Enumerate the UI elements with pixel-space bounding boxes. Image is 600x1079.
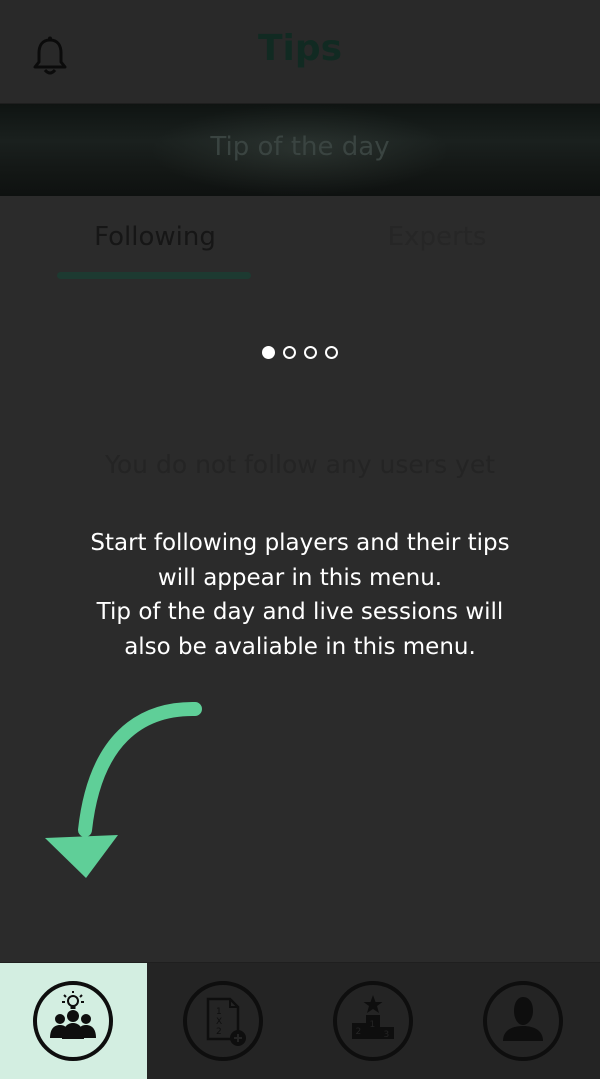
leaderboard-podium-icon: 1 2 3: [352, 995, 394, 1040]
svg-text:1: 1: [370, 1020, 376, 1030]
pager-dot-3[interactable]: [304, 346, 317, 359]
page-title: Tips: [257, 28, 343, 69]
svg-text:2: 2: [216, 1027, 222, 1037]
pager-dot-4[interactable]: [325, 346, 338, 359]
top-bar: Tips: [0, 0, 600, 104]
onboarding-hint-line: also be avaliable in this menu.: [124, 633, 476, 660]
svg-text:1: 1: [216, 1007, 222, 1017]
nav-leaderboard[interactable]: 1 2 3: [300, 963, 450, 1079]
pager-dot-1[interactable]: [262, 346, 275, 359]
svg-text:3: 3: [384, 1030, 390, 1040]
nav-tips[interactable]: [0, 963, 147, 1079]
empty-state-title: You do not follow any users yet: [104, 450, 496, 479]
profile-user-icon: [503, 997, 543, 1041]
onboarding-hint-line: Start following players and their tips: [90, 530, 510, 556]
tipsters-group-icon: [50, 991, 96, 1039]
svg-text:X: X: [216, 1017, 222, 1027]
onboarding-hint-line: will appear in this menu.: [157, 564, 443, 591]
tab-following[interactable]: Following: [58, 222, 252, 252]
banner-label: Tip of the day: [210, 132, 390, 162]
tab-experts[interactable]: Experts: [340, 222, 534, 252]
nav-betslip[interactable]: 1 X 2: [150, 963, 300, 1079]
tab-active-indicator: [57, 272, 251, 279]
svg-text:2: 2: [356, 1027, 362, 1037]
nav-profile[interactable]: [450, 963, 600, 1079]
onboarding-hint: Start following players and their tips w…: [40, 526, 560, 664]
onboarding-hint-line: Tip of the day and live sessions will: [96, 599, 504, 625]
curved-arrow-icon: [45, 701, 202, 878]
pager-dots: [262, 346, 342, 364]
betslip-1x2-add-icon: 1 X 2: [206, 997, 246, 1046]
bottom-navigation: 1 X 2 1 2 3: [0, 962, 600, 1079]
tip-of-the-day-banner[interactable]: Tip of the day: [0, 104, 600, 196]
pager-dot-2[interactable]: [283, 346, 296, 359]
